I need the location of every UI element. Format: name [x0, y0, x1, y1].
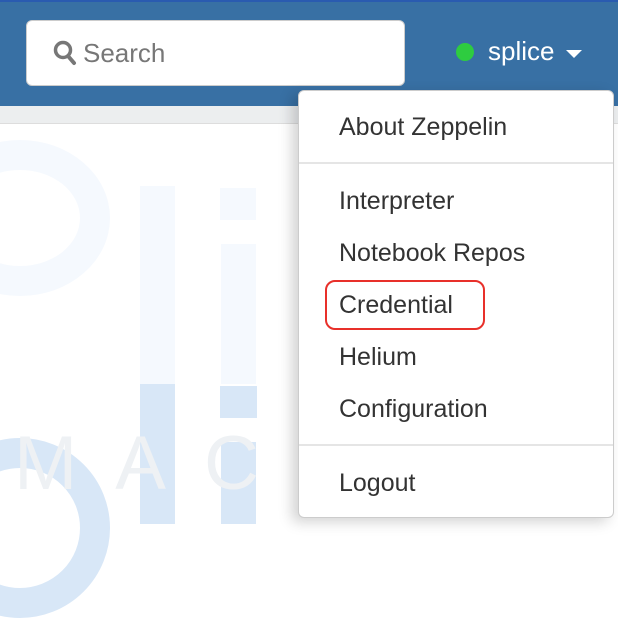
status-dot-icon [456, 42, 474, 61]
user-name: splice [488, 36, 555, 66]
menu-divider [299, 162, 613, 164]
menu-item-notebook-repos[interactable]: Notebook Repos [339, 239, 525, 268]
menu-divider [299, 444, 613, 446]
search-placeholder: Search [83, 37, 166, 68]
user-menu-toggle[interactable]: splice [456, 36, 583, 67]
menu-item-logout[interactable]: Logout [339, 469, 415, 498]
caret-down-icon [566, 49, 583, 58]
menu-item-interpreter[interactable]: Interpreter [339, 187, 454, 216]
user-dropdown-menu: About Zeppelin Interpreter Notebook Repo… [298, 90, 614, 518]
menu-item-about-zeppelin[interactable]: About Zeppelin [339, 113, 507, 142]
menu-item-credential[interactable]: Credential [339, 291, 453, 320]
search-input[interactable]: Search [26, 20, 405, 86]
menu-item-configuration[interactable]: Configuration [339, 395, 488, 424]
watermark-text: MAC [14, 421, 297, 506]
search-icon [53, 40, 76, 65]
menu-item-helium[interactable]: Helium [339, 343, 417, 372]
